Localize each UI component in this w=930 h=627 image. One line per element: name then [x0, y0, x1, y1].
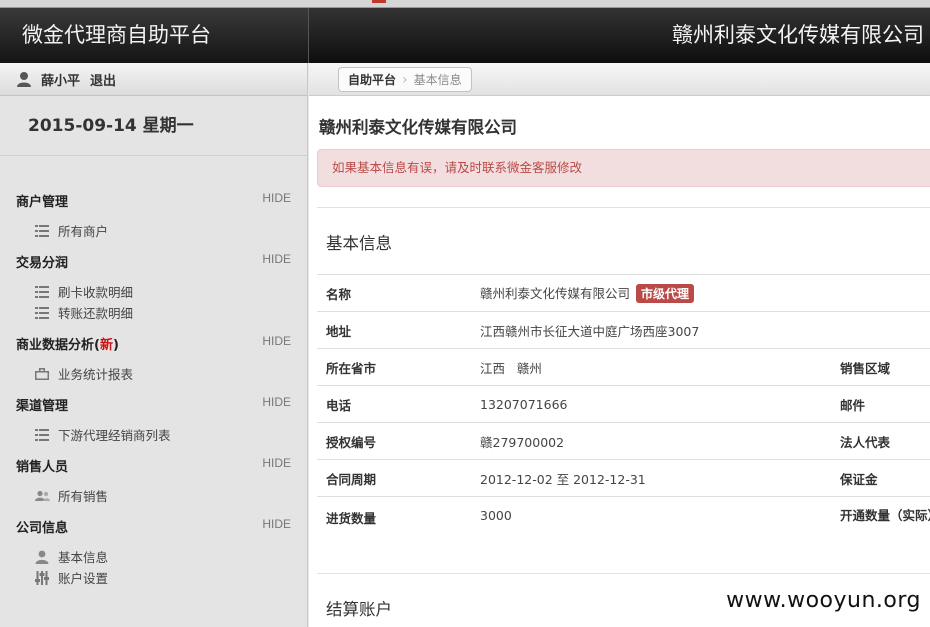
hide-toggle[interactable]: HIDE [262, 252, 291, 271]
sidebar-item-label: 账户设置 [58, 571, 109, 586]
section-title-basic-info: 基本信息 [326, 234, 392, 253]
nav-section-title: 交易分润 [16, 256, 69, 271]
company-header-title: 赣州利泰文化传媒有限公司 [308, 8, 930, 63]
hide-toggle[interactable]: HIDE [262, 334, 291, 353]
nav-section-company[interactable]: 公司信息 HIDE [16, 517, 291, 536]
nav-section-title: 商户管理 [16, 195, 69, 210]
users-icon [34, 489, 50, 503]
sidebar-item-card-receipts[interactable]: 刷卡收款明细 [34, 282, 133, 301]
user-name: 薛小平 [41, 73, 81, 89]
nav-section-profit[interactable]: 交易分润 HIDE [16, 252, 291, 271]
row-value-text: 赣州利泰文化传媒有限公司 [480, 286, 631, 301]
nav-section-analytics[interactable]: 商业数据分析(新) HIDE [16, 334, 291, 353]
nav-section-sales[interactable]: 销售人员 HIDE [16, 456, 291, 475]
user-bar: 薛小平 退出 [0, 63, 307, 96]
breadcrumb-bar: 自助平台 › 基本信息 [309, 63, 930, 96]
page-title: 赣州利泰文化传媒有限公司 [319, 118, 517, 137]
row-value: 江西赣州市长征大道中庭广场西座3007 [480, 311, 831, 349]
sidebar-item-label: 所有销售 [58, 489, 109, 504]
list-icon [34, 428, 50, 442]
agent-level-badge: 市级代理 [636, 284, 695, 303]
logout-link[interactable]: 退出 [90, 70, 116, 89]
table-row: 电话 13207071666 邮件 [317, 385, 930, 423]
hide-toggle[interactable]: HIDE [262, 456, 291, 475]
divider [317, 573, 930, 574]
row-label: 合同周期 [317, 459, 480, 497]
table-row: 名称 赣州利泰文化传媒有限公司 市级代理 [317, 274, 930, 312]
sidebar: 薛小平 退出 2015-09-14 星期一 商户管理 HIDE 所有商户 交易分… [0, 63, 308, 627]
row-label: 所在省市 [317, 348, 480, 386]
row-label-2: 邮件 [831, 385, 930, 423]
sidebar-item-label: 转账还款明细 [58, 306, 134, 321]
table-row: 授权编号 赣279700002 法人代表 [317, 422, 930, 460]
sidebar-item-transfer-repayments[interactable]: 转账还款明细 [34, 303, 133, 322]
row-label: 名称 [317, 274, 480, 312]
row-value: 江西 赣州 [480, 348, 831, 386]
row-label: 地址 [317, 311, 480, 349]
row-value: 2012-12-02 至 2012-12-31 [480, 459, 831, 497]
sidebar-item-label: 刷卡收款明细 [58, 285, 134, 300]
sidebar-item-downstream-agents[interactable]: 下游代理经销商列表 [34, 425, 171, 444]
hide-toggle[interactable]: HIDE [262, 517, 291, 536]
row-label-2: 销售区域 [831, 348, 930, 386]
row-label-2: 保证金 [831, 459, 930, 497]
nav-section-title: 渠道管理 [16, 399, 69, 414]
row-label: 电话 [317, 385, 480, 423]
sidebar-item-label: 基本信息 [58, 550, 109, 565]
nav-section-title: 销售人员 [16, 460, 69, 475]
list-icon [34, 306, 50, 320]
sidebar-item-all-sales[interactable]: 所有销售 [34, 486, 108, 505]
divider [317, 207, 930, 208]
nav-section-title-end: ) [112, 338, 119, 353]
nav-section-merchant[interactable]: 商户管理 HIDE [16, 191, 291, 210]
table-row: 合同周期 2012-12-02 至 2012-12-31 保证金 [317, 459, 930, 497]
row-value: 赣279700002 [480, 422, 831, 460]
row-value: 赣州利泰文化传媒有限公司 市级代理 [480, 274, 831, 312]
sidebar-item-all-merchants[interactable]: 所有商户 [34, 221, 108, 240]
row-label: 进货数量 [317, 496, 480, 574]
sidebar-item-basic-info[interactable]: 基本信息 [34, 547, 108, 566]
list-icon [34, 224, 50, 238]
new-badge: 新 [99, 338, 113, 353]
row-value: 3000 [480, 496, 831, 574]
table-row: 所在省市 江西 赣州 销售区域 [317, 348, 930, 386]
row-label-2 [831, 311, 930, 349]
table-row: 进货数量 3000 开通数量（实际） [317, 496, 930, 574]
sliders-icon [34, 570, 50, 585]
top-strip-marker [372, 0, 386, 3]
sidebar-item-label: 所有商户 [58, 224, 109, 239]
info-alert: 如果基本信息有误，请及时联系微金客服修改 [317, 149, 930, 187]
browser-top-strip [0, 0, 930, 8]
list-icon [34, 285, 50, 299]
nav-section-title: 商业数据分析(新) [16, 334, 119, 353]
main-content: 自助平台 › 基本信息 赣州利泰文化传媒有限公司 如果基本信息有误，请及时联系微… [309, 63, 930, 627]
current-date: 2015-09-14 星期一 [0, 96, 307, 156]
hide-toggle[interactable]: HIDE [262, 395, 291, 414]
hide-toggle[interactable]: HIDE [262, 191, 291, 210]
breadcrumb: 自助平台 › 基本信息 [338, 67, 472, 92]
nav-section-title-main: 商业数据分析( [16, 338, 100, 353]
sidebar-item-business-report[interactable]: 业务统计报表 [34, 364, 133, 383]
sidebar-item-account-settings[interactable]: 账户设置 [34, 568, 108, 587]
table-row: 地址 江西赣州市长征大道中庭广场西座3007 [317, 311, 930, 349]
user-icon [16, 71, 32, 87]
nav-section-channel[interactable]: 渠道管理 HIDE [16, 395, 291, 414]
row-label-2 [831, 274, 930, 312]
sidebar-item-label: 业务统计报表 [58, 367, 134, 382]
row-value: 13207071666 [480, 385, 831, 423]
section-title-settlement: 结算账户 [326, 600, 392, 619]
app-title: 微金代理商自助平台 [0, 8, 308, 63]
row-label-2: 开通数量（实际） [831, 496, 930, 574]
user-icon [34, 550, 50, 564]
watermark: www.wooyun.org [726, 588, 921, 613]
sidebar-item-label: 下游代理经销商列表 [58, 428, 171, 443]
nav-section-title: 公司信息 [16, 521, 69, 536]
breadcrumb-home-link[interactable]: 自助平台 [339, 71, 402, 88]
basic-info-table: 名称 赣州利泰文化传媒有限公司 市级代理 地址 江西赣州市长征大道中庭广场西座30… [317, 274, 930, 574]
breadcrumb-current: 基本信息 [413, 73, 462, 87]
briefcase-icon [34, 367, 50, 381]
row-label: 授权编号 [317, 422, 480, 460]
row-label-2: 法人代表 [831, 422, 930, 460]
